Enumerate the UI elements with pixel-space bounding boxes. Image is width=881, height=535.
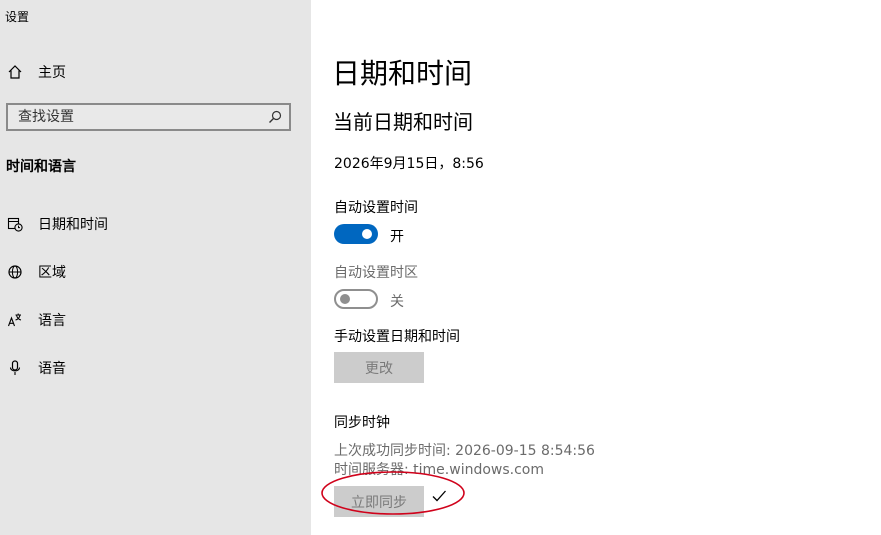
sidebar-item-label: 日期和时间 (38, 217, 108, 233)
sidebar-item-speech[interactable]: 语音 (0, 348, 311, 388)
sync-clock-title: 同步时钟 (334, 415, 390, 431)
sync-now-button[interactable]: 立即同步 (334, 486, 424, 517)
search-icon[interactable] (267, 109, 283, 125)
auto-time-toggle[interactable] (334, 224, 378, 244)
time-server: 时间服务器: time.windows.com (334, 462, 545, 478)
sidebar-item-home[interactable]: 主页 (0, 52, 311, 92)
app-title: 设置 (5, 10, 30, 24)
auto-time-state: 开 (390, 229, 404, 245)
calendar-clock-icon (6, 215, 24, 233)
home-icon (6, 63, 24, 81)
sidebar-item-label: 语言 (38, 313, 66, 329)
sidebar-item-label: 区域 (38, 265, 66, 281)
auto-timezone-state: 关 (390, 294, 404, 310)
section-heading: 时间和语言 (6, 159, 76, 175)
manual-datetime-label: 手动设置日期和时间 (334, 329, 460, 345)
change-button[interactable]: 更改 (334, 352, 424, 383)
page-title: 日期和时间 (332, 57, 473, 90)
last-sync-time: 上次成功同步时间: 2026-09-15 8:54:56 (334, 443, 595, 459)
microphone-icon (6, 359, 24, 377)
auto-timezone-toggle[interactable] (334, 289, 378, 309)
auto-time-label: 自动设置时间 (334, 200, 418, 216)
toggle-knob (362, 229, 372, 239)
sidebar-item-region[interactable]: 区域 (0, 252, 311, 292)
main-content: 日期和时间 当前日期和时间 2026年9月15日，8:56 自动设置时间 开 自… (311, 0, 881, 535)
sidebar-item-date-time[interactable]: 日期和时间 (0, 204, 311, 244)
toggle-knob (340, 294, 350, 304)
auto-timezone-label: 自动设置时区 (334, 265, 418, 281)
language-icon (6, 311, 24, 329)
section-title: 当前日期和时间 (333, 110, 473, 134)
current-datetime: 2026年9月15日，8:56 (334, 156, 484, 172)
sidebar-item-language[interactable]: 语言 (0, 300, 311, 340)
globe-icon (6, 263, 24, 281)
search-box[interactable] (6, 103, 291, 131)
search-input[interactable] (8, 105, 268, 129)
sidebar-item-label: 主页 (38, 65, 66, 81)
checkmark-icon (430, 487, 448, 505)
sidebar: 设置 主页 时间和语言 日期和时间 区域 语言 语音 (0, 0, 311, 535)
sidebar-item-label: 语音 (38, 361, 66, 377)
